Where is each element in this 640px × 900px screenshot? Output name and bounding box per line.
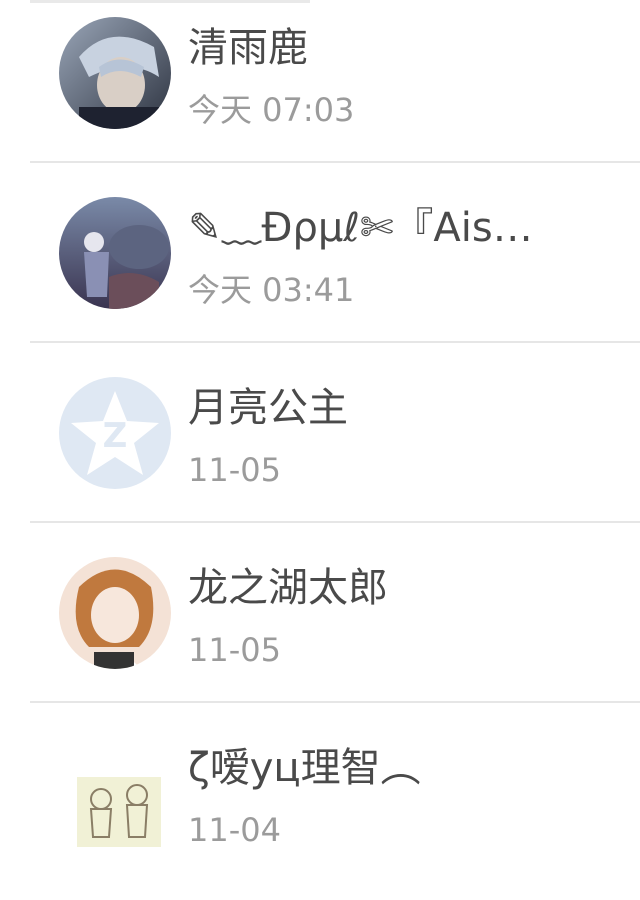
message-time: 11-05 bbox=[188, 451, 281, 489]
divider bbox=[30, 521, 640, 523]
contact-row[interactable]: ✎﹏Ɖρµℓ✄『Ais… 今天 03:41 bbox=[0, 180, 640, 360]
message-time: 11-05 bbox=[188, 631, 281, 669]
avatar[interactable]: Z bbox=[59, 377, 171, 489]
contact-name: ✎﹏Ɖρµℓ✄『Ais… bbox=[188, 205, 533, 251]
message-time: 今天 07:03 bbox=[188, 91, 355, 129]
contact-name: ζ嗳yц理智︵ bbox=[188, 745, 421, 791]
avatar-image bbox=[77, 777, 161, 847]
avatar-image bbox=[59, 557, 171, 669]
avatar[interactable] bbox=[59, 557, 171, 669]
svg-text:Z: Z bbox=[103, 416, 128, 456]
divider bbox=[30, 161, 640, 163]
message-time: 今天 03:41 bbox=[188, 271, 355, 309]
contact-row[interactable]: 清雨鹿 今天 07:03 bbox=[0, 0, 640, 180]
contact-row[interactable]: 龙之湖太郎 11-05 bbox=[0, 540, 640, 720]
avatar-image bbox=[59, 17, 171, 129]
contact-name: 龙之湖太郎 bbox=[188, 565, 388, 611]
avatar-image bbox=[59, 197, 171, 309]
avatar[interactable] bbox=[59, 197, 171, 309]
avatar[interactable] bbox=[59, 737, 171, 849]
contact-name: 月亮公主 bbox=[188, 385, 348, 431]
default-star-icon: Z bbox=[71, 391, 159, 475]
divider bbox=[30, 701, 640, 703]
message-time: 11-04 bbox=[188, 811, 281, 849]
contact-row[interactable]: ζ嗳yц理智︵ 11-04 bbox=[0, 720, 640, 900]
divider bbox=[30, 341, 640, 343]
avatar[interactable] bbox=[59, 17, 171, 129]
contact-row[interactable]: Z 月亮公主 11-05 bbox=[0, 360, 640, 540]
contact-name: 清雨鹿 bbox=[188, 25, 308, 71]
